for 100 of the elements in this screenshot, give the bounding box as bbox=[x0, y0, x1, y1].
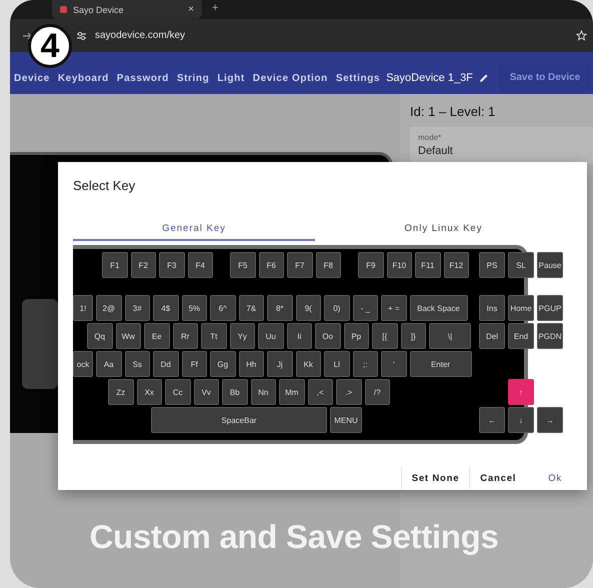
key[interactable]: ]} bbox=[400, 323, 426, 349]
key[interactable]: F3 bbox=[159, 252, 184, 278]
key[interactable]: Del bbox=[479, 323, 505, 349]
key[interactable]: F4 bbox=[188, 252, 213, 278]
key[interactable]: .> bbox=[336, 379, 362, 405]
key[interactable]: Ins bbox=[479, 295, 505, 321]
key[interactable]: Zz bbox=[108, 379, 134, 405]
key[interactable]: SpaceBar bbox=[151, 407, 327, 433]
nav-item[interactable]: Settings bbox=[332, 72, 384, 84]
tab[interactable]: General Key bbox=[73, 217, 315, 241]
key[interactable]: End bbox=[508, 323, 534, 349]
close-icon[interactable]: × bbox=[188, 4, 194, 15]
tune-icon bbox=[76, 30, 87, 40]
key[interactable]: 2@ bbox=[96, 295, 122, 321]
key[interactable]: F12 bbox=[444, 252, 469, 278]
key[interactable]: F10 bbox=[386, 252, 412, 278]
save-button[interactable]: Save to Device bbox=[499, 64, 591, 90]
nav-item[interactable]: Device Option bbox=[248, 72, 332, 84]
key[interactable]: ,< bbox=[308, 379, 333, 405]
key[interactable]: SL bbox=[508, 252, 534, 278]
caption: Custom and Save Settings bbox=[89, 518, 499, 556]
key[interactable]: → bbox=[537, 407, 563, 433]
new-tab-button[interactable]: + bbox=[212, 2, 218, 14]
key[interactable]: ;: bbox=[352, 351, 378, 377]
key[interactable]: F8 bbox=[316, 252, 341, 278]
key[interactable]: \| bbox=[429, 323, 471, 349]
key[interactable]: F2 bbox=[130, 252, 156, 278]
tab[interactable]: Only Linux Key bbox=[315, 217, 572, 241]
key[interactable]: Dd bbox=[153, 351, 178, 377]
key[interactable]: Mm bbox=[279, 379, 304, 405]
key[interactable]: Aa bbox=[96, 351, 122, 377]
key[interactable]: 9( bbox=[296, 295, 321, 321]
key[interactable]: Gg bbox=[210, 351, 236, 377]
pencil-icon bbox=[478, 73, 489, 83]
key[interactable]: Yy bbox=[230, 323, 255, 349]
key[interactable]: [{ bbox=[372, 323, 398, 349]
key[interactable]: - _ bbox=[352, 295, 378, 321]
key[interactable]: MENU bbox=[330, 407, 362, 433]
key[interactable]: Pp bbox=[344, 323, 369, 349]
key[interactable]: Nn bbox=[250, 379, 276, 405]
key[interactable]: Xx bbox=[136, 379, 162, 405]
key[interactable]: ock bbox=[73, 351, 93, 377]
key[interactable]: F1 bbox=[102, 252, 128, 278]
nav-item[interactable]: Keyboard bbox=[54, 72, 113, 84]
key[interactable]: F9 bbox=[358, 252, 384, 278]
key[interactable]: 0) bbox=[324, 295, 350, 321]
key[interactable]: 6^ bbox=[210, 295, 236, 321]
key[interactable]: PGUP bbox=[537, 295, 563, 321]
forward-icon bbox=[22, 30, 32, 40]
key[interactable]: Cc bbox=[165, 379, 190, 405]
key[interactable]: Uu bbox=[258, 323, 284, 349]
nav-item[interactable]: Password bbox=[112, 72, 173, 84]
mode-field[interactable]: mode* Default bbox=[410, 127, 593, 163]
device-name: SayoDevice 1_3F bbox=[386, 72, 473, 84]
key-heading: Id: 1 – Level: 1 bbox=[410, 104, 496, 119]
key[interactable]: Ww bbox=[116, 323, 141, 349]
key[interactable]: Bb bbox=[222, 379, 248, 405]
key[interactable]: Tt bbox=[201, 323, 226, 349]
key[interactable]: F7 bbox=[287, 252, 312, 278]
key[interactable]: F11 bbox=[415, 252, 440, 278]
key[interactable]: Hh bbox=[238, 351, 264, 377]
key[interactable]: Oo bbox=[315, 323, 340, 349]
key[interactable]: ' bbox=[381, 351, 406, 377]
key[interactable]: F5 bbox=[230, 252, 256, 278]
star-icon bbox=[576, 30, 587, 41]
key[interactable]: Qq bbox=[87, 323, 112, 349]
key[interactable]: PGDN bbox=[537, 323, 563, 349]
key[interactable]: PS bbox=[479, 252, 505, 278]
key[interactable]: 4$ bbox=[153, 295, 178, 321]
key[interactable]: 7& bbox=[238, 295, 264, 321]
key[interactable]: 1! bbox=[73, 295, 93, 321]
key[interactable]: Ff bbox=[182, 351, 207, 377]
key[interactable]: 5% bbox=[182, 295, 207, 321]
key[interactable]: + = bbox=[381, 295, 406, 321]
key[interactable]: /? bbox=[364, 379, 390, 405]
dialog-button[interactable]: Cancel bbox=[470, 467, 526, 490]
key[interactable]: 8* bbox=[267, 295, 292, 321]
key[interactable]: Rr bbox=[172, 323, 198, 349]
key[interactable]: ↓ bbox=[508, 407, 534, 433]
key[interactable]: Home bbox=[508, 295, 534, 321]
dialog-button[interactable]: Set None bbox=[402, 467, 470, 490]
key[interactable]: Ii bbox=[286, 323, 312, 349]
nav-item[interactable]: Device bbox=[10, 72, 54, 84]
key[interactable]: Enter bbox=[410, 351, 472, 377]
dialog-title: Select Key bbox=[73, 178, 136, 193]
key[interactable]: Pause bbox=[537, 252, 563, 278]
key[interactable]: Ss bbox=[124, 351, 150, 377]
key[interactable]: Back Space bbox=[410, 295, 468, 321]
key[interactable]: Ee bbox=[144, 323, 170, 349]
key[interactable]: ← bbox=[479, 407, 505, 433]
nav-item[interactable]: String bbox=[172, 72, 214, 84]
key[interactable]: F6 bbox=[258, 252, 284, 278]
key[interactable]: 3# bbox=[124, 295, 150, 321]
key[interactable]: Jj bbox=[267, 351, 292, 377]
browser-tab[interactable]: Sayo Device × bbox=[52, 0, 202, 19]
key[interactable]: Kk bbox=[296, 351, 321, 377]
key[interactable]: Ll bbox=[324, 351, 350, 377]
dialog-button[interactable]: Ok bbox=[526, 467, 572, 490]
nav-item[interactable]: Light bbox=[213, 72, 249, 84]
key[interactable]: Vv bbox=[194, 379, 219, 405]
